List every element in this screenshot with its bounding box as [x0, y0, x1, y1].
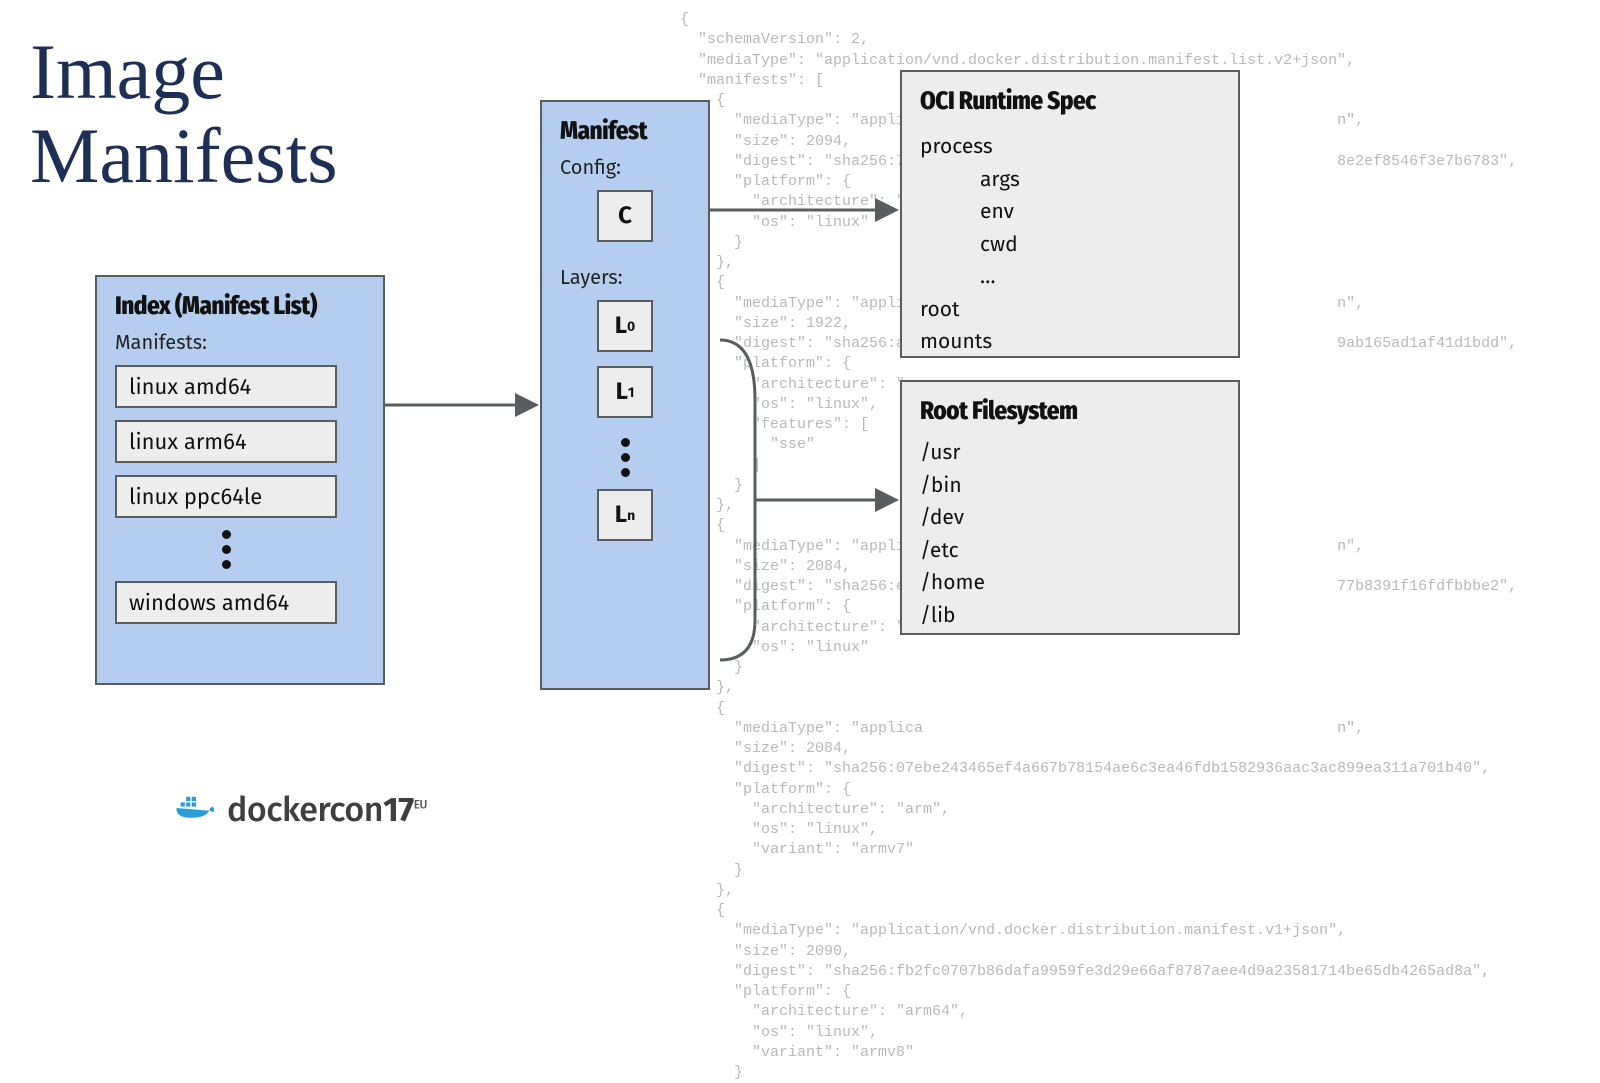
config-label: Config: [560, 156, 690, 180]
whale-icon [175, 793, 217, 828]
ellipsis-dots [621, 438, 630, 477]
manifest-chip: windows amd64 [115, 581, 337, 624]
spec-line: cwd [920, 228, 1220, 261]
rootfs-line: /usr [920, 436, 1220, 469]
manifest-chip: linux amd64 [115, 365, 337, 408]
rootfs-box-title: Root Filesystem [920, 396, 1220, 426]
logo-text: dockercon17EU [227, 790, 427, 831]
oci-box-title: OCI Runtime Spec [920, 86, 1220, 116]
rootfs-line: /etc [920, 534, 1220, 567]
oci-runtime-spec-box: OCI Runtime Spec process args env cwd … … [900, 70, 1240, 358]
spec-line: mounts [920, 325, 1220, 358]
root-filesystem-box: Root Filesystem /usr /bin /dev /etc /hom… [900, 380, 1240, 635]
layer-chip: L1 [597, 366, 653, 418]
spec-line: env [920, 195, 1220, 228]
rootfs-line: /bin [920, 469, 1220, 502]
manifest-chip: linux arm64 [115, 420, 337, 463]
manifest-box: Manifest Config: C Layers: L0 L1 Ln [540, 100, 710, 690]
index-manifest-list-box: Index (Manifest List) Manifests: linux a… [95, 275, 385, 685]
layers-label: Layers: [560, 266, 690, 290]
spec-line: … [920, 260, 1220, 293]
spec-line: process [920, 130, 1220, 163]
manifest-box-title: Manifest [560, 116, 690, 146]
slide-title: Image Manifests [30, 30, 338, 198]
rootfs-line: /lib [920, 599, 1220, 632]
spec-line: root [920, 293, 1220, 326]
index-box-subtitle: Manifests: [115, 331, 365, 355]
rootfs-line: /dev [920, 501, 1220, 534]
spec-line: args [920, 163, 1220, 196]
title-line-1: Image [30, 28, 225, 115]
ellipsis-dots [115, 530, 337, 569]
config-chip: C [597, 190, 653, 242]
title-line-2: Manifests [30, 112, 338, 199]
dockercon-logo: dockercon17EU [175, 790, 427, 831]
layer-chip: L0 [597, 300, 653, 352]
index-box-title: Index (Manifest List) [115, 291, 365, 321]
manifest-chip: linux ppc64le [115, 475, 337, 518]
rootfs-line: /home [920, 566, 1220, 599]
layer-chip: Ln [597, 489, 653, 541]
